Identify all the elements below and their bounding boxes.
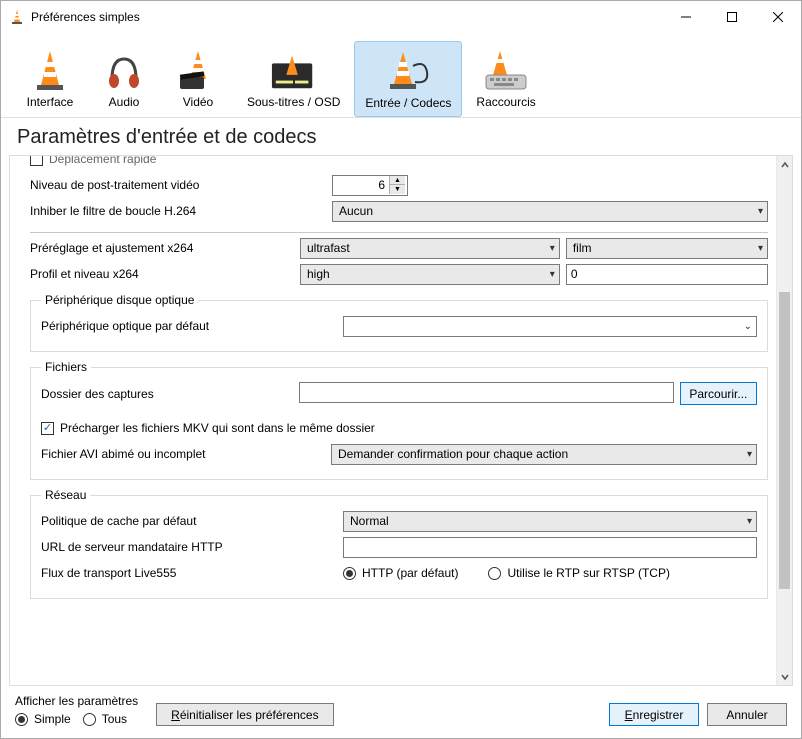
settings-scroll-area: Déplacement rapide Niveau de post-traite…	[9, 155, 776, 686]
postproc-spinbox[interactable]: ▲▼	[332, 175, 408, 196]
tab-label: Audio	[109, 95, 140, 109]
proxy-label: URL de serveur mandataire HTTP	[41, 540, 343, 554]
tab-label: Raccourcis	[476, 95, 535, 109]
x264-profile-select[interactable]: high ▾	[300, 264, 560, 285]
close-button[interactable]	[755, 2, 801, 32]
clapper-icon	[174, 45, 222, 93]
tab-label: Entrée / Codecs	[365, 96, 451, 110]
live555-http-label: HTTP (par défaut)	[362, 566, 458, 580]
show-settings-label: Afficher les paramètres	[15, 694, 138, 708]
scrollbar-thumb[interactable]	[779, 292, 790, 589]
page-title: Paramètres d'entrée et de codecs	[1, 118, 801, 155]
maximize-button[interactable]	[709, 2, 755, 32]
scroll-up-icon[interactable]	[777, 156, 792, 173]
tab-subtitles[interactable]: Sous-titres / OSD	[237, 41, 350, 117]
separator	[30, 232, 768, 233]
cache-label: Politique de cache par défaut	[41, 514, 343, 528]
chevron-down-icon: ▾	[747, 449, 754, 460]
live555-rtp-radio[interactable]	[488, 567, 501, 580]
category-tabs: Interface Audio Vidéo Sous-titres / OSD …	[1, 33, 801, 118]
x264-preset-label: Préréglage et ajustement x264	[30, 241, 300, 255]
cone-cables-icon	[384, 46, 432, 94]
record-dir-input[interactable]	[299, 382, 674, 403]
spin-up-icon[interactable]: ▲	[390, 176, 405, 185]
x264-tune-select[interactable]: film ▾	[566, 238, 768, 259]
cone-icon	[26, 45, 74, 93]
select-value: Aucun	[339, 204, 373, 218]
vertical-scrollbar[interactable]	[776, 155, 793, 686]
chevron-down-icon: ▾	[758, 206, 765, 217]
x264-level-input[interactable]	[566, 264, 768, 285]
titlebar: Préférences simples	[1, 1, 801, 33]
select-value: film	[573, 241, 592, 255]
mode-all-label: Tous	[102, 712, 127, 726]
mode-simple-label: Simple	[34, 712, 71, 726]
tab-audio[interactable]: Audio	[89, 41, 159, 117]
tab-interface[interactable]: Interface	[15, 41, 85, 117]
optical-default-label: Périphérique optique par défaut	[41, 319, 343, 333]
scroll-down-icon[interactable]	[777, 668, 792, 685]
footer: Afficher les paramètres Simple Tous Réin…	[1, 686, 801, 738]
cache-select[interactable]: Normal ▾	[343, 511, 757, 532]
chevron-down-icon: ▾	[758, 243, 765, 254]
select-value: high	[307, 267, 330, 281]
record-dir-label: Dossier des captures	[41, 387, 299, 401]
postproc-label: Niveau de post-traitement vidéo	[30, 178, 332, 192]
preload-mkv-checkbox[interactable]	[41, 422, 54, 435]
tab-video[interactable]: Vidéo	[163, 41, 233, 117]
h264-skip-label: Inhiber le filtre de boucle H.264	[30, 204, 332, 218]
save-button[interactable]: Enregistrer	[609, 703, 699, 726]
vlc-cone-icon	[9, 9, 25, 25]
scrollbar-track[interactable]	[777, 173, 792, 668]
tab-hotkeys[interactable]: Raccourcis	[466, 41, 545, 117]
tab-label: Sous-titres / OSD	[247, 95, 340, 109]
chevron-down-icon: ⌄	[744, 321, 754, 332]
live555-label: Flux de transport Live555	[41, 566, 343, 580]
fast-seek-checkbox[interactable]	[30, 155, 43, 166]
live555-http-radio[interactable]	[343, 567, 356, 580]
headphones-icon	[100, 45, 148, 93]
mode-simple-radio[interactable]	[15, 713, 28, 726]
x264-preset-select[interactable]: ultrafast ▾	[300, 238, 560, 259]
optical-legend: Périphérique disque optique	[41, 293, 198, 307]
x264-profile-label: Profil et niveau x264	[30, 267, 300, 281]
files-legend: Fichiers	[41, 360, 91, 374]
chevron-down-icon: ▾	[747, 516, 754, 527]
cancel-button[interactable]: Annuler	[707, 703, 787, 726]
reset-button[interactable]: Réinitialiser les préférences	[156, 703, 333, 726]
chevron-down-icon: ▾	[550, 243, 557, 254]
select-value: Demander confirmation pour chaque action	[338, 447, 568, 461]
select-value: Normal	[350, 514, 389, 528]
keyboard-icon	[482, 45, 530, 93]
h264-skip-select[interactable]: Aucun ▾	[332, 201, 768, 222]
window-title: Préférences simples	[31, 10, 140, 24]
network-group: Réseau Politique de cache par défaut Nor…	[30, 488, 768, 599]
optical-default-select[interactable]: ⌄	[343, 316, 757, 337]
browse-button[interactable]: Parcourir...	[680, 382, 757, 405]
proxy-input[interactable]	[343, 537, 757, 558]
fast-seek-label: Déplacement rapide	[49, 155, 156, 166]
subtitle-screen-icon	[270, 45, 318, 93]
tab-label: Interface	[27, 95, 74, 109]
chevron-down-icon: ▾	[550, 269, 557, 280]
preload-mkv-label: Précharger les fichiers MKV qui sont dan…	[60, 421, 375, 435]
tab-label: Vidéo	[183, 95, 213, 109]
tab-input-codecs[interactable]: Entrée / Codecs	[354, 41, 462, 117]
minimize-button[interactable]	[663, 2, 709, 32]
avi-damaged-label: Fichier AVI abimé ou incomplet	[41, 447, 331, 461]
network-legend: Réseau	[41, 488, 90, 502]
postproc-value[interactable]	[333, 176, 389, 195]
spin-down-icon[interactable]: ▼	[390, 185, 405, 194]
live555-rtp-label: Utilise le RTP sur RTSP (TCP)	[507, 566, 669, 580]
select-value: ultrafast	[307, 241, 350, 255]
mode-all-radio[interactable]	[83, 713, 96, 726]
fast-seek-row: Déplacement rapide	[30, 155, 768, 170]
avi-damaged-select[interactable]: Demander confirmation pour chaque action…	[331, 444, 757, 465]
files-group: Fichiers Dossier des captures Parcourir.…	[30, 360, 768, 480]
optical-group: Périphérique disque optique Périphérique…	[30, 293, 768, 352]
preferences-window: Préférences simples Interface Audio Vidé…	[0, 0, 802, 739]
